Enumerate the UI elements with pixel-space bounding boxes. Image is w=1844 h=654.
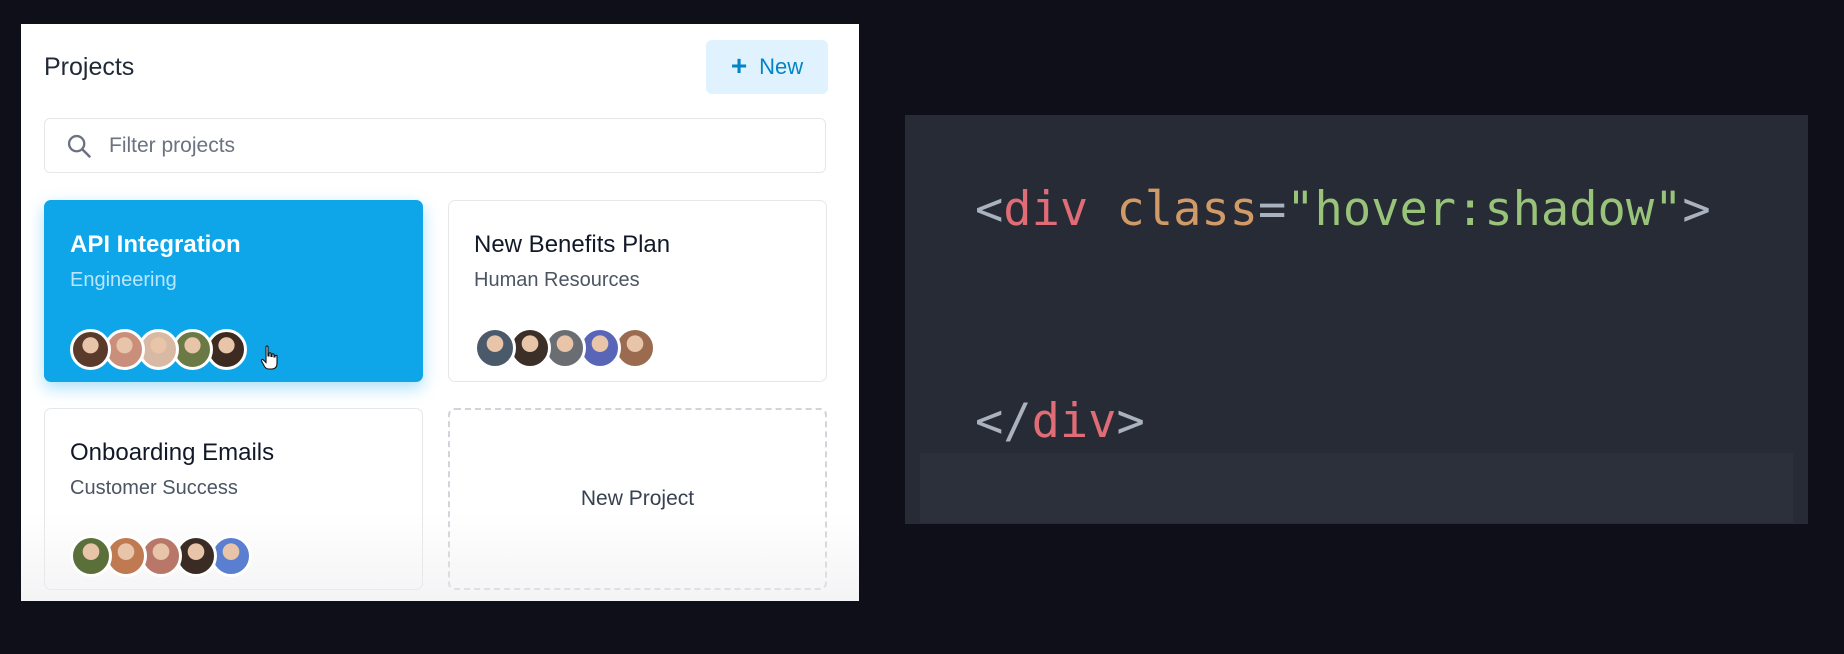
project-card[interactable]: New Benefits Plan Human Resources xyxy=(448,200,827,382)
project-title: New Benefits Plan xyxy=(474,231,671,258)
search-input[interactable] xyxy=(107,132,825,159)
hand-cursor-icon xyxy=(260,345,278,370)
project-team: Customer Success xyxy=(70,477,238,499)
code-attr-name: class xyxy=(1116,182,1258,237)
code-punct: </ xyxy=(975,394,1032,449)
code-attr-value: "hover:shadow" xyxy=(1286,182,1683,237)
new-project-card[interactable]: New Project xyxy=(448,408,827,590)
code-line-close-tag: </div> xyxy=(975,394,1145,449)
code-highlight-strip xyxy=(920,453,1793,523)
code-punct: > xyxy=(1116,394,1145,449)
project-title: Onboarding Emails xyxy=(70,439,275,466)
plus-icon: + xyxy=(730,49,748,81)
project-team: Human Resources xyxy=(474,269,640,291)
projects-panel: Projects + New API Integration Engineeri… xyxy=(21,24,859,601)
code-punct: < xyxy=(975,182,1004,237)
page-title: Projects xyxy=(44,52,135,81)
new-project-label: New Project xyxy=(580,487,695,510)
avatar-group xyxy=(474,327,826,369)
panel-header: Projects + New xyxy=(44,40,828,94)
project-card[interactable]: Onboarding Emails Customer Success xyxy=(44,408,423,590)
avatar xyxy=(474,327,516,369)
avatar xyxy=(70,535,112,577)
project-team: Engineering xyxy=(70,269,177,291)
avatar xyxy=(70,328,111,370)
search-icon xyxy=(67,134,91,158)
code-tag-name: div xyxy=(1031,394,1117,449)
new-button-label: New xyxy=(759,54,804,79)
project-card[interactable]: API Integration Engineering xyxy=(44,200,423,382)
new-button[interactable]: + New xyxy=(706,40,828,94)
code-tag-name: div xyxy=(1003,182,1089,237)
code-punct: = xyxy=(1257,182,1287,237)
avatar-group xyxy=(70,327,422,371)
code-panel: <div class="hover:shadow"> </div> xyxy=(905,115,1808,524)
project-title: API Integration xyxy=(70,231,241,258)
code-punct: > xyxy=(1682,182,1711,237)
code-line-open-tag: <div class="hover:shadow"> xyxy=(975,182,1711,237)
avatar-group xyxy=(70,535,422,577)
search-box[interactable] xyxy=(44,118,826,173)
